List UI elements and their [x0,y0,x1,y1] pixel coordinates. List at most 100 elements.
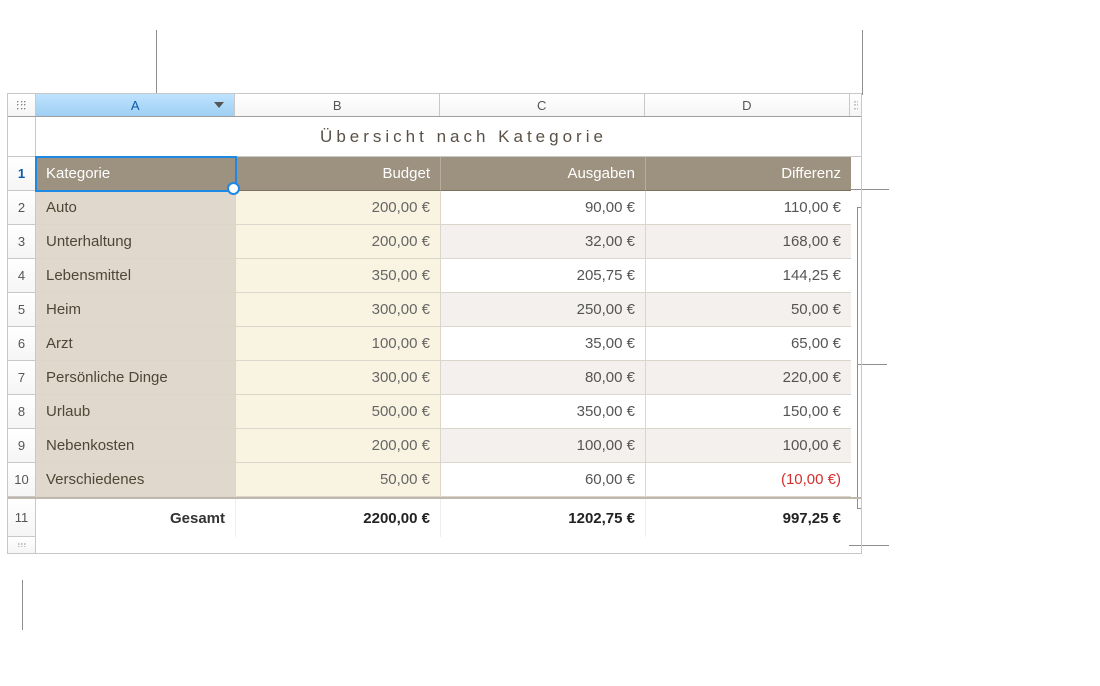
row-number-blank [8,117,36,156]
cell-b1[interactable]: Budget [236,157,441,191]
cell-b[interactable]: 200,00 € [236,225,441,259]
column-header-label: A [131,98,140,113]
cell-a[interactable]: Arzt [36,327,236,361]
cell-b[interactable]: 500,00 € [236,395,441,429]
cell-d[interactable]: (10,00 €) [646,463,851,497]
cell-c[interactable]: 350,00 € [441,395,646,429]
cell-a[interactable]: Verschiedenes [36,463,236,497]
callout-line [22,580,23,630]
row-number[interactable]: 2 [8,191,36,225]
cell-value: 60,00 € [585,471,635,488]
cell-a[interactable]: Lebensmittel [36,259,236,293]
cell-value: Urlaub [46,403,90,420]
cell-d[interactable]: 50,00 € [646,293,851,327]
add-column-handle[interactable] [849,94,861,116]
cell-c[interactable]: 205,75 € [441,259,646,293]
footer-value: 997,25 € [783,510,841,527]
spreadsheet-table: A B C D Übersicht nach Kategorie 1 Kateg… [7,93,862,554]
row-number[interactable]: 5 [8,293,36,327]
column-header-c[interactable]: C [440,94,645,116]
cell-d[interactable]: 65,00 € [646,327,851,361]
cell-c[interactable]: 90,00 € [441,191,646,225]
cell-d[interactable]: 150,00 € [646,395,851,429]
cell-value: 350,00 € [372,267,430,284]
row-number[interactable]: 4 [8,259,36,293]
cell-c[interactable]: 80,00 € [441,361,646,395]
footer-value: 1202,75 € [568,510,635,527]
cell-value: Unterhaltung [46,233,132,250]
cell-b[interactable]: 100,00 € [236,327,441,361]
add-row-handle[interactable] [8,537,36,553]
cell-a[interactable]: Nebenkosten [36,429,236,463]
column-header-label: B [333,98,342,113]
row-number[interactable]: 1 [8,157,36,191]
cell-d[interactable]: 110,00 € [646,191,851,225]
row-number[interactable]: 11 [8,499,36,537]
cell-value: 144,25 € [783,267,841,284]
row-number[interactable]: 6 [8,327,36,361]
cell-a[interactable]: Unterhaltung [36,225,236,259]
footer-ausgaben-cell[interactable]: 1202,75 € [441,499,646,537]
table-title-row: Übersicht nach Kategorie [8,117,861,157]
cell-c[interactable]: 60,00 € [441,463,646,497]
column-header-b[interactable]: B [235,94,440,116]
footer-label-cell[interactable]: Gesamt [36,499,236,537]
cell-b[interactable]: 50,00 € [236,463,441,497]
cell-a[interactable]: Urlaub [36,395,236,429]
cell-c[interactable]: 100,00 € [441,429,646,463]
table-row: 8 Urlaub 500,00 € 350,00 € 150,00 € [8,395,861,429]
footer-differenz-cell[interactable]: 997,25 € [646,499,851,537]
cell-c[interactable]: 32,00 € [441,225,646,259]
cell-value: 100,00 € [372,335,430,352]
table-row: 2Auto200,00 €90,00 €110,00 € [8,191,861,225]
cell-value: 250,00 € [577,301,635,318]
cell-c[interactable]: 250,00 € [441,293,646,327]
footer-label: Gesamt [170,510,225,527]
column-header-d[interactable]: D [645,94,850,116]
table-row: 4Lebensmittel 350,00 € 205,75 € 144,25 € [8,259,861,293]
row-number[interactable]: 8 [8,395,36,429]
cell-a1[interactable]: Kategorie [36,157,236,191]
cell-a[interactable]: Auto [36,191,236,225]
cell-b[interactable]: 350,00 € [236,259,441,293]
footer-budget-cell[interactable]: 2200,00 € [236,499,441,537]
cell-value: 220,00 € [783,369,841,386]
cell-c[interactable]: 35,00 € [441,327,646,361]
cell-value: (10,00 €) [781,471,841,488]
row-number[interactable]: 7 [8,361,36,395]
cell-value: 50,00 € [791,301,841,318]
footer-value: 2200,00 € [363,510,430,527]
cell-a[interactable]: Heim [36,293,236,327]
table-title-cell[interactable]: Übersicht nach Kategorie [36,117,861,156]
cell-d[interactable]: 100,00 € [646,429,851,463]
row-number[interactable]: 3 [8,225,36,259]
table-corner-handle[interactable] [8,94,36,116]
cell-value: 200,00 € [372,233,430,250]
cell-b[interactable]: 200,00 € [236,191,441,225]
cell-value: 350,00 € [577,403,635,420]
row-number[interactable]: 10 [8,463,36,497]
table-title: Übersicht nach Kategorie [320,127,607,147]
cell-value: Verschiedenes [46,471,144,488]
cell-d[interactable]: 144,25 € [646,259,851,293]
cell-d[interactable]: 220,00 € [646,361,851,395]
column-header-label: C [537,98,546,113]
cell-value: 150,00 € [783,403,841,420]
cell-b[interactable]: 300,00 € [236,361,441,395]
cell-value: Nebenkosten [46,437,134,454]
cell-value: Arzt [46,335,73,352]
footer-row: 11 Gesamt 2200,00 € 1202,75 € 997,25 € [8,497,861,537]
cell-b[interactable]: 200,00 € [236,429,441,463]
cell-a[interactable]: Persönliche Dinge [36,361,236,395]
cell-c1[interactable]: Ausgaben [441,157,646,191]
cell-value: Heim [46,301,81,318]
cell-d1[interactable]: Differenz [646,157,851,191]
column-header-a[interactable]: A [36,94,236,116]
cell-value: 50,00 € [380,471,430,488]
cell-d[interactable]: 168,00 € [646,225,851,259]
row-number[interactable]: 9 [8,429,36,463]
cell-value: 80,00 € [585,369,635,386]
cell-b[interactable]: 300,00 € [236,293,441,327]
dropdown-icon[interactable] [214,102,224,108]
cell-value: 65,00 € [791,335,841,352]
